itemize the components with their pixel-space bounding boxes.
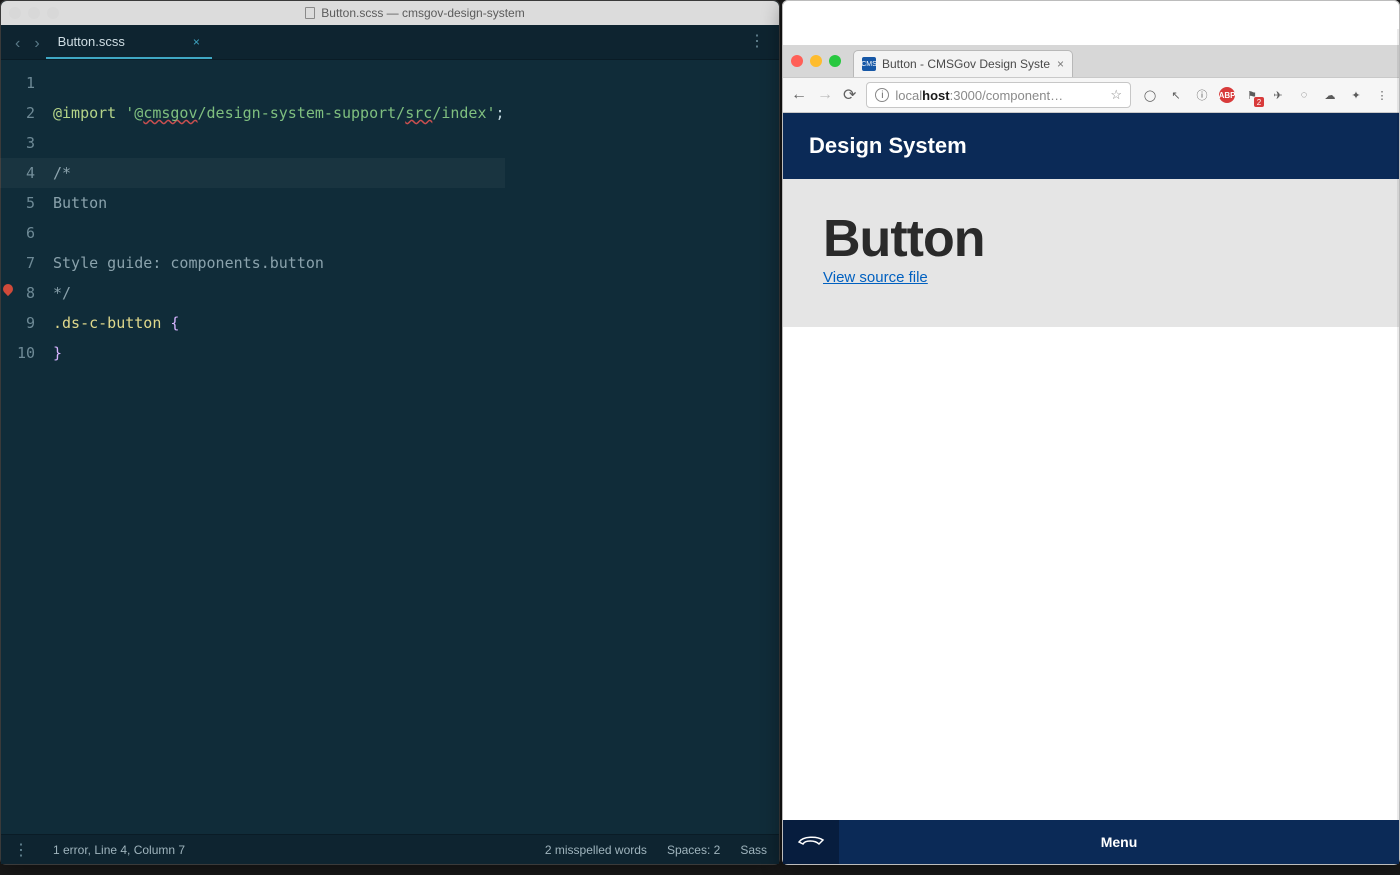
code-content[interactable]: @import '@cmsgov/design-system-support/s…	[45, 60, 505, 834]
site-info-icon[interactable]: i	[875, 88, 889, 102]
code-token: Button	[53, 194, 107, 212]
adblock-icon[interactable]: ABP	[1219, 87, 1235, 103]
extension-icon[interactable]: ✈	[1269, 86, 1287, 104]
extension-icon[interactable]: ↖	[1167, 86, 1185, 104]
address-bar[interactable]: i localhost:3000/component… ☆	[866, 82, 1131, 108]
status-language[interactable]: Sass	[740, 843, 767, 857]
editor-tab-active[interactable]: Button.scss ×	[46, 26, 212, 59]
minimize-window-dot[interactable]	[28, 7, 40, 19]
view-source-link[interactable]: View source file	[823, 269, 928, 286]
code-token: @import	[53, 104, 116, 122]
window-title: Button.scss — cmsgov-design-system	[59, 6, 771, 20]
line-number: 3	[1, 128, 35, 158]
code-editor[interactable]: 1 2 3 4 5 6 7 8 9 10 @import '@cmsgov/de…	[1, 60, 779, 834]
line-number: 7	[1, 248, 35, 278]
minimize-window-dot[interactable]	[810, 55, 822, 67]
status-cursor[interactable]: 1 error, Line 4, Column 7	[53, 843, 185, 857]
url-text: localhost:3000/component…	[895, 88, 1063, 103]
page-body	[783, 327, 1399, 820]
browser-window: CMS Button - CMSGov Design Syste × ← → ⟳…	[782, 0, 1400, 865]
line-number: 6	[1, 218, 35, 248]
page-title: Button	[823, 209, 1359, 269]
code-token: ;	[496, 104, 505, 122]
line-number: 5	[1, 188, 35, 218]
editor-tab-bar: ‹ › Button.scss × ⋮	[1, 25, 779, 60]
extension-icon[interactable]: ◯	[1141, 86, 1159, 104]
file-icon	[305, 7, 315, 19]
zoom-window-dot[interactable]	[829, 55, 841, 67]
line-number: 1	[1, 68, 35, 98]
extension-icon[interactable]: ⚑	[1243, 86, 1261, 104]
current-line-highlight	[0, 158, 505, 188]
close-window-dot[interactable]	[791, 55, 803, 67]
tab-title: Button - CMSGov Design Syste	[882, 57, 1051, 71]
tab-filename: Button.scss	[58, 34, 125, 49]
site-header: Design System	[783, 113, 1399, 179]
window-controls	[9, 7, 59, 19]
status-indentation[interactable]: Spaces: 2	[667, 843, 720, 857]
tab-overflow-icon[interactable]: ⋮	[749, 31, 771, 59]
site-title: Design System	[809, 133, 967, 158]
nav-forward-icon[interactable]: ›	[34, 35, 39, 53]
page-masthead: Button View source file	[783, 179, 1399, 327]
extension-icon[interactable]: ◌	[1295, 86, 1313, 104]
site-footer-bar: Menu	[783, 820, 1399, 864]
line-number: 10	[1, 338, 35, 368]
tab-close-icon[interactable]: ×	[1057, 57, 1064, 71]
browser-toolbar: ← → ⟳ i localhost:3000/component… ☆ ◯ ↖ …	[783, 77, 1399, 113]
status-spellcheck[interactable]: 2 misspelled words	[545, 843, 647, 857]
page-viewport: Design System Button View source file Me…	[783, 113, 1399, 864]
browser-tab-active[interactable]: CMS Button - CMSGov Design Syste ×	[853, 50, 1073, 77]
line-number: 2	[1, 98, 35, 128]
code-token: {	[161, 314, 179, 332]
menu-button[interactable]: Menu	[839, 834, 1399, 850]
chrome-menu-icon[interactable]: ⋮	[1373, 86, 1391, 104]
footer-logo-icon[interactable]	[783, 820, 839, 864]
zoom-window-dot[interactable]	[47, 7, 59, 19]
line-number: 9	[1, 308, 35, 338]
extension-icon[interactable]: ☁	[1321, 86, 1339, 104]
favicon-icon: CMS	[862, 57, 876, 71]
status-menu-icon[interactable]: ⋮	[13, 840, 29, 860]
code-token: }	[53, 344, 62, 362]
code-token: '@cmsgov/design-system-support/src/index…	[125, 104, 495, 122]
reload-icon[interactable]: ⟳	[843, 85, 856, 105]
extension-icons: ◯ ↖ ⓘ ABP ⚑ ✈ ◌ ☁ ✦ ⋮	[1141, 86, 1391, 104]
extension-icon[interactable]: ⓘ	[1193, 86, 1211, 104]
close-window-dot[interactable]	[9, 7, 21, 19]
code-token: */	[53, 284, 71, 302]
whale-icon	[797, 834, 825, 850]
nav-back-icon[interactable]: ←	[791, 86, 807, 104]
bookmark-star-icon[interactable]: ☆	[1110, 87, 1122, 103]
code-token: Style guide: components.button	[53, 254, 324, 272]
tab-close-icon[interactable]: ×	[193, 35, 200, 49]
editor-titlebar[interactable]: Button.scss — cmsgov-design-system	[1, 1, 779, 25]
window-title-text: Button.scss — cmsgov-design-system	[321, 6, 524, 20]
code-token: .ds-c-button	[53, 314, 161, 332]
extension-icon[interactable]: ✦	[1347, 86, 1365, 104]
editor-window: Button.scss — cmsgov-design-system ‹ › B…	[0, 0, 780, 865]
editor-status-bar: ⋮ 1 error, Line 4, Column 7 2 misspelled…	[1, 834, 779, 864]
browser-tab-strip: CMS Button - CMSGov Design Syste ×	[783, 45, 1399, 77]
nav-back-icon[interactable]: ‹	[15, 35, 20, 53]
window-controls	[791, 55, 841, 67]
nav-forward-icon[interactable]: →	[817, 86, 833, 104]
